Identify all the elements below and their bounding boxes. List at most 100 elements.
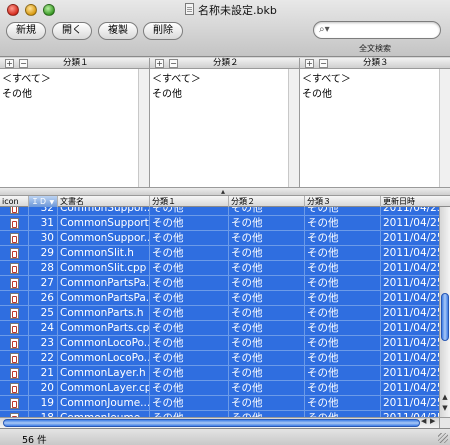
row-category-1: その他: [150, 396, 229, 411]
table-row[interactable]: 19 CommonJoume... その他 その他 その他 2011/04/25: [0, 396, 439, 411]
table-row[interactable]: 22 CommonLocoPo... その他 その他 その他 2011/04/25: [0, 351, 439, 366]
row-category-2: その他: [229, 321, 305, 336]
category-pane-1: + − 分類１ ＜すべて＞ その他: [0, 58, 150, 187]
column-header-icon[interactable]: icon: [0, 196, 29, 207]
row-category-3: その他: [305, 306, 381, 321]
table-row[interactable]: 21 CommonLayer.h その他 その他 その他 2011/04/25: [0, 366, 439, 381]
table-row[interactable]: 25 CommonParts.h その他 その他 その他 2011/04/25: [0, 306, 439, 321]
column-header-name[interactable]: 文書名: [58, 196, 150, 207]
delete-button[interactable]: 削除: [143, 22, 183, 40]
vertical-scrollbar[interactable]: ▲ ▼: [439, 207, 450, 417]
row-icon-cell: [0, 381, 29, 396]
remove-category-button[interactable]: −: [169, 59, 178, 68]
scroll-up-arrow-icon[interactable]: ▲: [441, 393, 449, 401]
search-input[interactable]: [336, 23, 436, 37]
split-view-divider[interactable]: ▴: [0, 187, 450, 196]
row-name: CommonSlit.h: [58, 246, 150, 261]
table-row[interactable]: 20 CommonLayer.cpp その他 その他 その他 2011/04/25: [0, 381, 439, 396]
open-button[interactable]: 開く: [52, 22, 92, 40]
pane-item-all[interactable]: ＜すべて＞: [302, 70, 351, 85]
row-icon-cell: [0, 321, 29, 336]
row-name: CommonSuppor...: [60, 231, 150, 246]
add-category-button[interactable]: +: [305, 59, 314, 68]
duplicate-button[interactable]: 複製: [98, 22, 138, 40]
collapse-arrow-icon[interactable]: ▴: [221, 187, 225, 196]
row-name: CommonLocoPo...: [60, 336, 150, 351]
row-category-1: その他: [150, 321, 229, 336]
row-category-2: その他: [229, 381, 305, 396]
pane-title: 分類３: [363, 58, 389, 68]
row-category-1: その他: [150, 246, 229, 261]
resize-grip-icon[interactable]: [438, 433, 448, 443]
column-header-category-1[interactable]: 分類１: [150, 196, 229, 207]
column-header-category-2[interactable]: 分類２: [229, 196, 305, 207]
row-name: CommonPartsPa...: [60, 276, 150, 291]
row-category-1: その他: [150, 381, 229, 396]
pane-scrollbar[interactable]: [288, 69, 299, 187]
search-field[interactable]: ⌕▾: [313, 21, 441, 39]
row-updated: 2011/04/25: [383, 337, 439, 349]
add-category-button[interactable]: +: [5, 59, 14, 68]
table-row[interactable]: 24 CommonParts.cpp その他 その他 その他 2011/04/25: [0, 321, 439, 336]
row-category-1: その他: [150, 276, 229, 291]
row-category-1: その他: [150, 261, 229, 276]
column-header-category-3[interactable]: 分類３: [305, 196, 381, 207]
search-icon[interactable]: ⌕▾: [319, 24, 330, 35]
minimize-window-button[interactable]: [25, 4, 37, 16]
pane-item-other[interactable]: その他: [152, 85, 182, 100]
scroll-left-arrow-icon[interactable]: ◀: [421, 417, 426, 425]
row-updated: 2011/04/25: [383, 217, 439, 229]
table-row[interactable]: 30 CommonSuppor... その他 その他 その他 2011/04/25: [0, 231, 439, 246]
pane-title: 分類１: [63, 58, 89, 68]
table-row[interactable]: 27 CommonPartsPa... その他 その他 その他 2011/04/25: [0, 276, 439, 291]
row-category-2: その他: [229, 336, 305, 351]
row-updated: 2011/04/25: [383, 207, 439, 214]
pane-item-all[interactable]: ＜すべて＞: [2, 70, 51, 85]
table-row[interactable]: 23 CommonLocoPo... その他 その他 その他 2011/04/25: [0, 336, 439, 351]
table-row[interactable]: 29 CommonSlit.h その他 その他 その他 2011/04/25: [0, 246, 439, 261]
row-category-2: その他: [229, 207, 305, 216]
column-header-id[interactable]: ＩＤ ▼: [29, 196, 58, 207]
pane-item-all[interactable]: ＜すべて＞: [152, 70, 201, 85]
row-name: CommonLayer.cpp: [60, 381, 150, 396]
category-pane-2: + − 分類２ ＜すべて＞ その他: [150, 58, 300, 187]
remove-category-button[interactable]: −: [319, 59, 328, 68]
scroll-right-arrow-icon[interactable]: ▶: [430, 417, 435, 425]
pane-item-other[interactable]: その他: [2, 85, 32, 100]
add-category-button[interactable]: +: [155, 59, 164, 68]
table-row[interactable]: 28 CommonSlit.cpp その他 その他 その他 2011/04/25: [0, 261, 439, 276]
sort-descending-icon: ▼: [49, 199, 55, 206]
source-file-icon: [10, 207, 19, 214]
column-header-updated[interactable]: 更新日時: [381, 196, 439, 207]
scroll-down-arrow-icon[interactable]: ▼: [441, 404, 449, 412]
vertical-scroll-thumb[interactable]: [441, 293, 449, 341]
table-row[interactable]: 31 CommonSupport.h その他 その他 その他 2011/04/25: [0, 216, 439, 231]
row-category-2: その他: [229, 291, 305, 306]
row-icon-cell: [0, 291, 29, 306]
row-category-3: その他: [305, 351, 381, 366]
toolbar: 名称未設定.bkb 新規 開く 複製 削除 ⌕▾ 全文検索: [0, 0, 450, 57]
row-category-1: その他: [150, 366, 229, 381]
row-category-2: その他: [229, 306, 305, 321]
row-category-3: その他: [305, 396, 381, 411]
pane-scrollbar[interactable]: [439, 69, 450, 187]
pane-header: + − 分類１: [0, 58, 149, 69]
new-button[interactable]: 新規: [6, 22, 46, 40]
row-category-2: その他: [229, 366, 305, 381]
row-category-3: その他: [305, 291, 381, 306]
table-row[interactable]: 26 CommonPartsPa... その他 その他 その他 2011/04/25: [0, 291, 439, 306]
row-category-3: その他: [305, 336, 381, 351]
remove-category-button[interactable]: −: [19, 59, 28, 68]
horizontal-scroll-thumb[interactable]: [3, 419, 420, 427]
row-category-1: その他: [150, 291, 229, 306]
row-name: CommonJoume...: [60, 396, 150, 411]
zoom-window-button[interactable]: [43, 4, 55, 16]
row-updated: 2011/04/25: [383, 397, 439, 409]
pane-item-other[interactable]: その他: [302, 85, 332, 100]
table-row[interactable]: 32 CommonSuppor... その他 その他 その他 2011/04/25: [0, 207, 439, 216]
close-window-button[interactable]: [7, 4, 19, 16]
row-updated: 2011/04/25: [383, 292, 439, 304]
horizontal-scrollbar[interactable]: ◀ ▶: [0, 417, 439, 428]
pane-scrollbar[interactable]: [138, 69, 149, 187]
table-header: icon ＩＤ ▼ 文書名 分類１ 分類２ 分類３ 更新日時: [0, 196, 450, 207]
